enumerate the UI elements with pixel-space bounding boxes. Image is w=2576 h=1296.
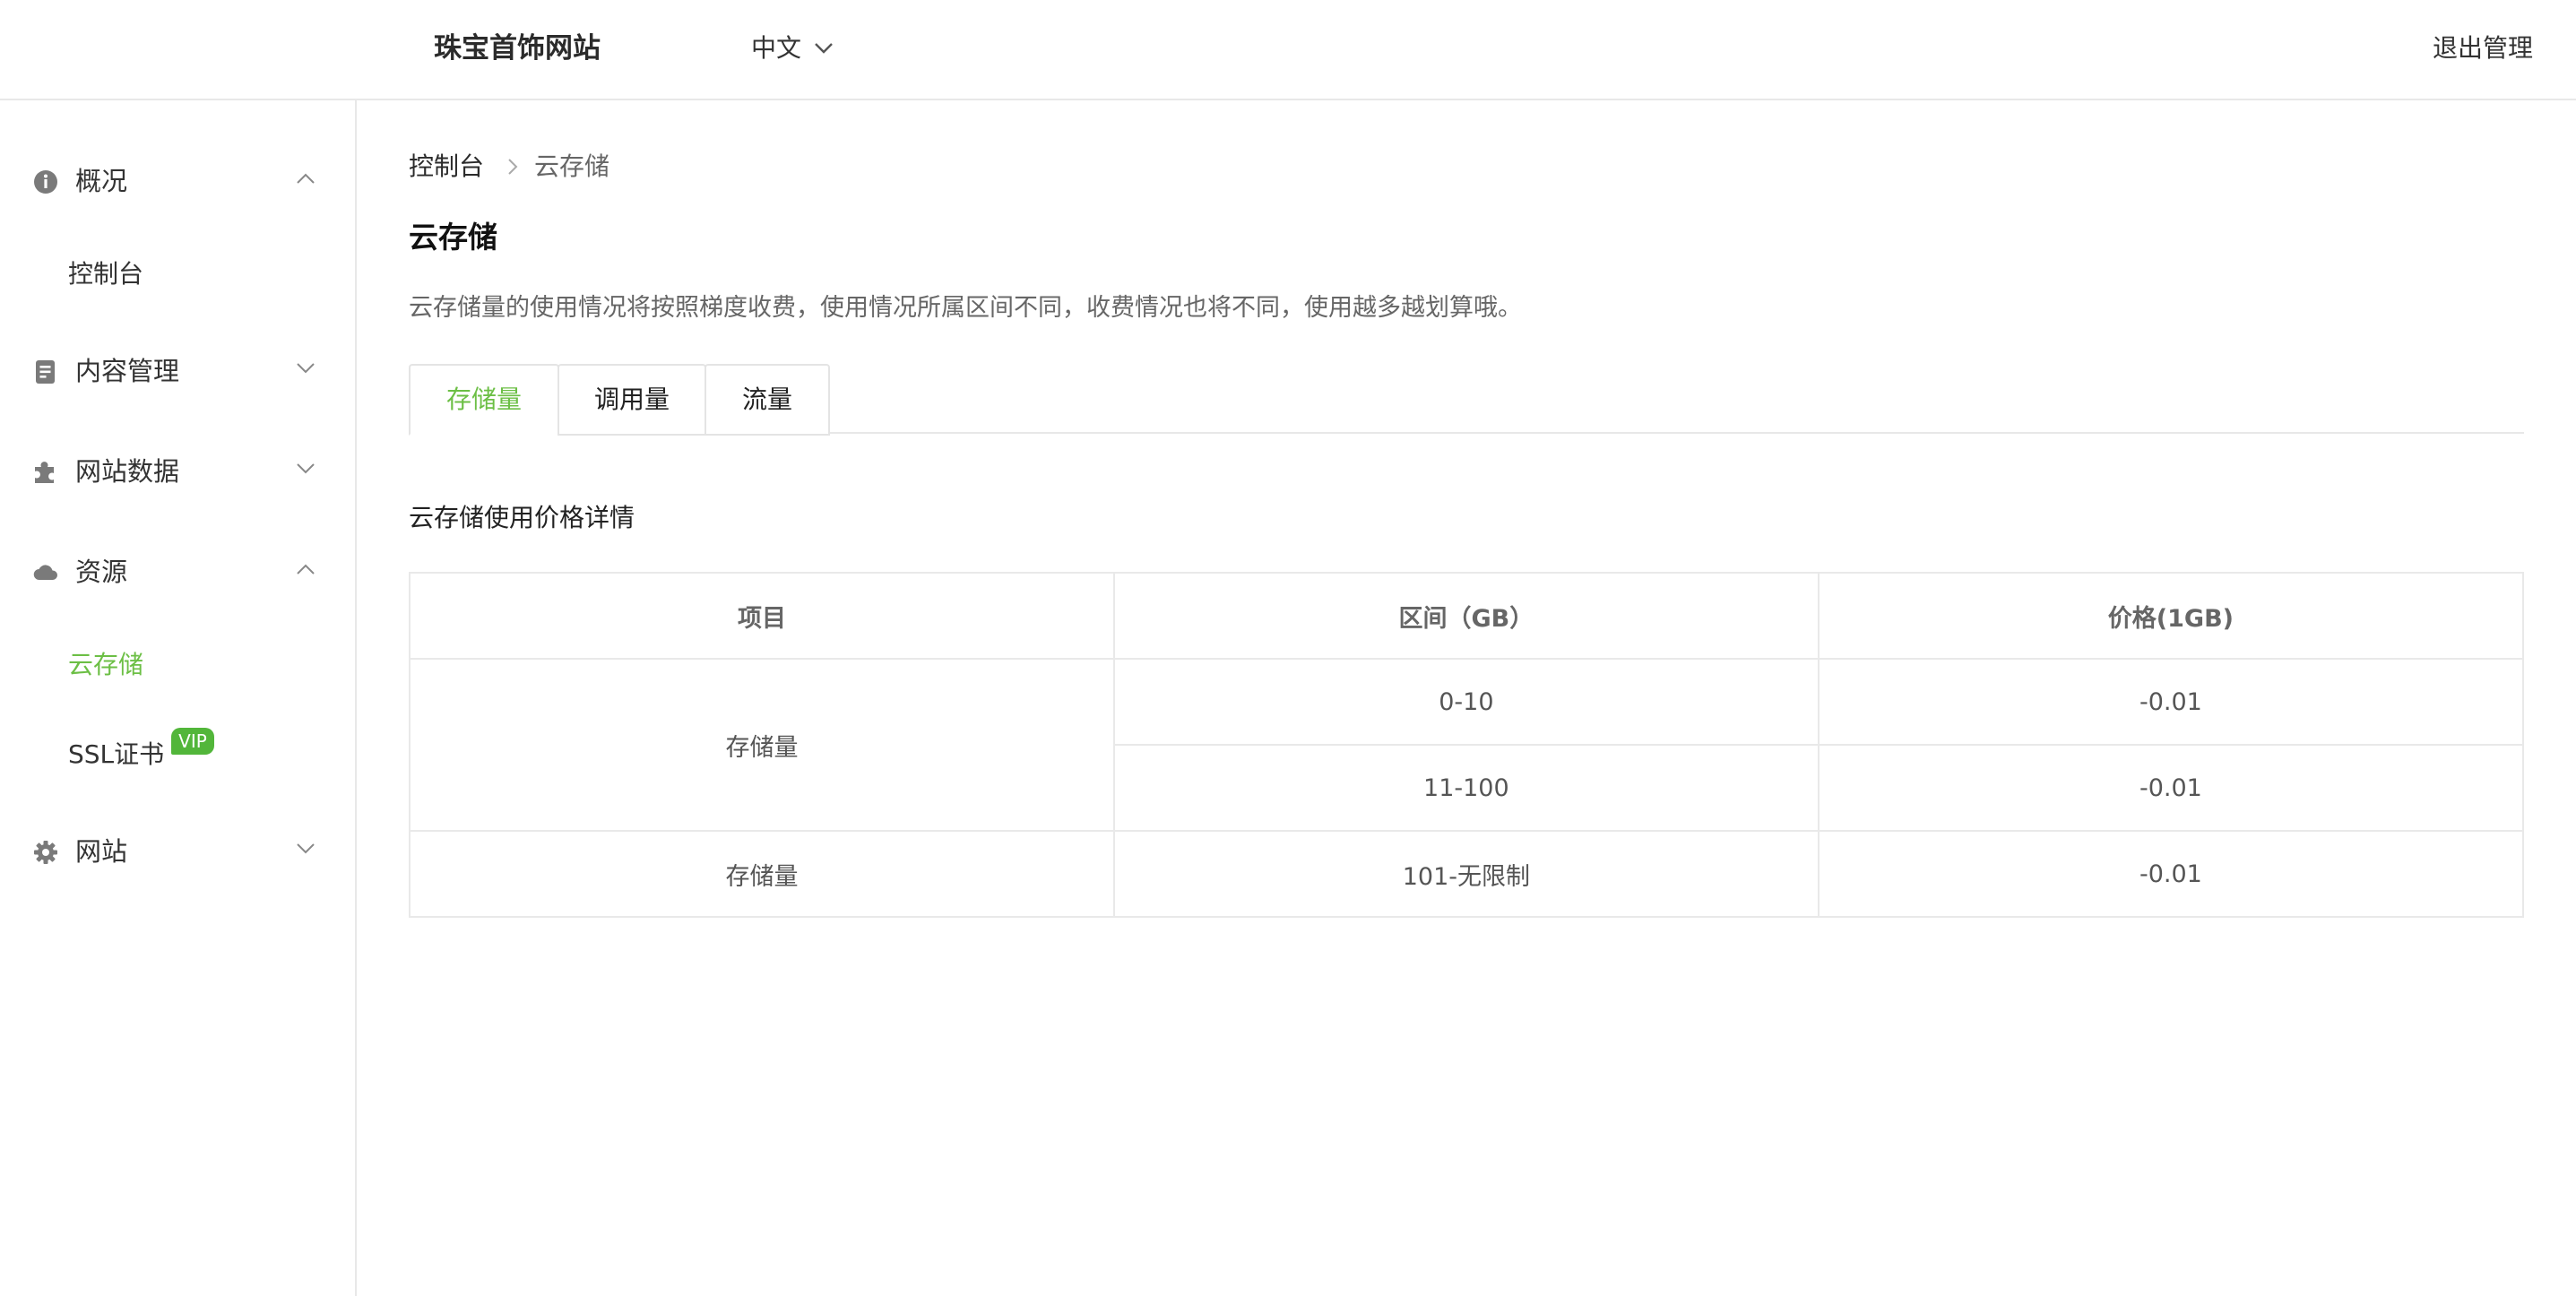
- price-table: 项目 区间（GB） 价格(1GB) 存储量 0-10 -0.01 11-100 …: [409, 572, 2525, 918]
- vip-badge: VIP: [171, 728, 214, 755]
- sidebar-group-label: 网站: [75, 836, 128, 867]
- sidebar-item-label: SSL证书: [68, 739, 165, 769]
- info-icon: [34, 170, 57, 194]
- sidebar-item-cloud-storage[interactable]: 云存储: [68, 645, 143, 685]
- breadcrumb-console-link[interactable]: 控制台: [409, 147, 484, 186]
- site-title: 珠宝首饰网站: [434, 32, 601, 65]
- gear-icon: [34, 841, 57, 864]
- table-header-row: 项目 区间（GB） 价格(1GB): [409, 572, 2525, 660]
- cloud-icon: [33, 565, 58, 581]
- tab-calls[interactable]: 调用量: [558, 364, 706, 436]
- chevron-down-icon: [297, 463, 315, 474]
- chevron-up-icon: [297, 173, 315, 184]
- chevron-down-icon: [815, 43, 833, 54]
- table-cell-price: -0.01: [1817, 830, 2525, 918]
- document-icon: [36, 360, 55, 384]
- table-cell-item: 存储量: [409, 830, 1115, 918]
- tab-storage[interactable]: 存储量: [409, 364, 559, 436]
- table-cell-price: -0.01: [1817, 658, 2525, 746]
- sidebar-item-console[interactable]: 控制台: [68, 255, 143, 294]
- table-cell-range: 0-10: [1112, 658, 1820, 746]
- language-selector[interactable]: 中文: [751, 29, 834, 68]
- page-title: 云存储: [409, 220, 497, 255]
- page-description: 云存储量的使用情况将按照梯度收费，使用情况所属区间不同，收费情况也将不同，使用越…: [409, 294, 1522, 322]
- sidebar-group-site-data[interactable]: 网站数据: [0, 443, 355, 500]
- sidebar-group-resources[interactable]: 资源: [0, 543, 355, 600]
- chevron-right-icon: [507, 158, 518, 176]
- column-header-range: 区间（GB）: [1112, 572, 1820, 660]
- tab-traffic[interactable]: 流量: [705, 364, 830, 436]
- puzzle-icon: [35, 462, 54, 483]
- breadcrumb-current: 云存储: [534, 151, 610, 181]
- logout-button[interactable]: 退出管理: [2433, 29, 2533, 68]
- column-header-price: 价格(1GB): [1817, 572, 2525, 660]
- table-row: 存储量 0-10 -0.01: [409, 658, 2525, 832]
- sidebar-group-label: 概况: [75, 166, 128, 196]
- language-label: 中文: [751, 33, 802, 63]
- sidebar-group-label: 网站数据: [75, 456, 180, 487]
- breadcrumb: 控制台 云存储: [409, 147, 609, 186]
- sidebar-group-label: 内容管理: [75, 356, 180, 386]
- sidebar-item-ssl[interactable]: SSL证书 VIP: [68, 728, 214, 774]
- top-bar: 珠宝首饰网站 中文 退出管理: [0, 0, 2576, 100]
- sidebar: 概况 控制台 内容管理 网站数据 资源 云存储 SSL证书 VIP 网站: [0, 100, 357, 1296]
- table-row: 存储量 101-无限制 -0.01: [409, 830, 2525, 918]
- sidebar-group-website[interactable]: 网站: [0, 823, 355, 880]
- chevron-down-icon: [297, 843, 315, 854]
- sidebar-group-label: 资源: [75, 557, 128, 587]
- table-cell-price: -0.01: [1817, 744, 2525, 832]
- tab-bar: 存储量 调用量 流量: [409, 364, 2524, 436]
- table-cell-item: 存储量: [409, 658, 1115, 832]
- column-header-item: 项目: [409, 572, 1115, 660]
- section-title: 云存储使用价格详情: [409, 503, 635, 532]
- sidebar-group-overview[interactable]: 概况: [0, 152, 355, 210]
- table-cell-range: 11-100: [1112, 744, 1820, 832]
- chevron-up-icon: [297, 564, 315, 575]
- sidebar-group-content[interactable]: 内容管理: [0, 342, 355, 400]
- table-cell-range: 101-无限制: [1112, 830, 1820, 918]
- chevron-down-icon: [297, 363, 315, 374]
